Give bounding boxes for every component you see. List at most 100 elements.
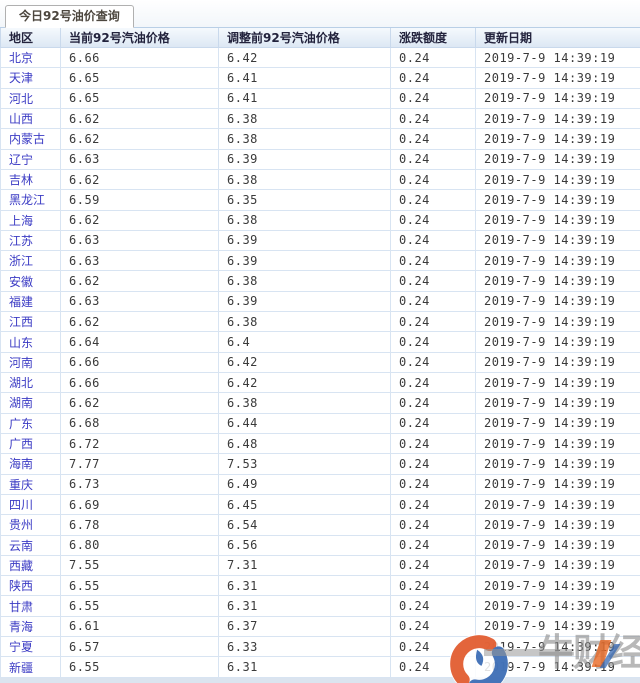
cell-updated: 2019-7-9 14:39:19	[475, 209, 640, 231]
column-header-previous: 调整前92号汽油价格	[218, 28, 391, 48]
cell-region: 湖北	[0, 371, 61, 394]
region-link[interactable]: 浙江	[9, 254, 33, 268]
cell-change: 0.24	[390, 148, 476, 170]
cell-current: 6.62	[60, 128, 219, 150]
cell-region: 山东	[0, 331, 61, 353]
bottom-filler	[0, 677, 640, 683]
cell-region: 新疆	[0, 656, 61, 678]
cell-current: 6.68	[60, 412, 219, 434]
table-row: 江西 6.62 6.38 0.24 2019-7-9 14:39:19	[0, 311, 640, 333]
cell-current: 6.73	[60, 473, 219, 495]
cell-previous: 6.38	[218, 107, 391, 130]
region-link[interactable]: 吉林	[9, 173, 33, 187]
cell-updated: 2019-7-9 14:39:19	[475, 189, 640, 211]
region-link[interactable]: 陕西	[9, 579, 33, 593]
cell-change: 0.24	[390, 412, 476, 434]
region-link[interactable]: 福建	[9, 295, 33, 309]
table-row: 山西 6.62 6.38 0.24 2019-7-9 14:39:19	[0, 107, 640, 130]
cell-change: 0.24	[390, 514, 476, 536]
region-link[interactable]: 上海	[9, 214, 33, 228]
table-row: 安徽 6.62 6.38 0.24 2019-7-9 14:39:19	[0, 270, 640, 292]
cell-updated: 2019-7-9 14:39:19	[475, 290, 640, 313]
cell-change: 0.24	[390, 554, 476, 577]
region-link[interactable]: 辽宁	[9, 153, 33, 167]
region-link[interactable]: 黑龙江	[9, 193, 45, 207]
column-header-change: 涨跌额度	[390, 28, 476, 48]
cell-change: 0.24	[390, 615, 476, 638]
cell-updated: 2019-7-9 14:39:19	[475, 250, 640, 272]
cell-current: 6.63	[60, 290, 219, 313]
region-link[interactable]: 青海	[9, 620, 33, 634]
cell-previous: 7.31	[218, 554, 391, 577]
cell-updated: 2019-7-9 14:39:19	[475, 229, 640, 252]
region-link[interactable]: 云南	[9, 539, 33, 553]
region-link[interactable]: 江西	[9, 315, 33, 329]
cell-previous: 7.53	[218, 453, 391, 475]
region-link[interactable]: 北京	[9, 51, 33, 65]
region-link[interactable]: 新疆	[9, 661, 33, 675]
cell-previous: 6.35	[218, 189, 391, 211]
cell-previous: 6.54	[218, 514, 391, 536]
region-link[interactable]: 广西	[9, 437, 33, 451]
region-link[interactable]: 河南	[9, 356, 33, 370]
cell-updated: 2019-7-9 14:39:19	[475, 575, 640, 597]
region-link[interactable]: 湖北	[9, 376, 33, 390]
cell-updated: 2019-7-9 14:39:19	[475, 128, 640, 150]
region-link[interactable]: 甘肃	[9, 600, 33, 614]
cell-change: 0.24	[390, 270, 476, 292]
cell-region: 山西	[0, 107, 61, 130]
cell-region: 西藏	[0, 554, 61, 577]
cell-change: 0.24	[390, 432, 476, 455]
cell-previous: 6.39	[218, 290, 391, 313]
region-link[interactable]: 广东	[9, 417, 33, 431]
cell-previous: 6.49	[218, 473, 391, 495]
cell-updated: 2019-7-9 14:39:19	[475, 392, 640, 414]
cell-updated: 2019-7-9 14:39:19	[475, 351, 640, 374]
cell-current: 7.55	[60, 554, 219, 577]
region-link[interactable]: 山东	[9, 336, 33, 350]
cell-updated: 2019-7-9 14:39:19	[475, 67, 640, 89]
cell-current: 6.66	[60, 46, 219, 69]
cell-updated: 2019-7-9 14:39:19	[475, 46, 640, 69]
cell-change: 0.24	[390, 371, 476, 394]
region-link[interactable]: 天津	[9, 71, 33, 85]
region-link[interactable]: 河北	[9, 92, 33, 106]
region-link[interactable]: 宁夏	[9, 640, 33, 654]
region-link[interactable]: 湖南	[9, 396, 33, 410]
tab-today-92-oil-price[interactable]: 今日92号油价查询	[5, 5, 134, 28]
region-link[interactable]: 江苏	[9, 234, 33, 248]
table-body: 北京 6.66 6.42 0.24 2019-7-9 14:39:19 天津 6.65 6.4…	[0, 46, 640, 678]
cell-current: 6.66	[60, 351, 219, 374]
region-link[interactable]: 海南	[9, 457, 33, 471]
table-row: 重庆 6.73 6.49 0.24 2019-7-9 14:39:19	[0, 473, 640, 495]
cell-region: 吉林	[0, 168, 61, 191]
table-row: 广东 6.68 6.44 0.24 2019-7-9 14:39:19	[0, 412, 640, 434]
region-link[interactable]: 山西	[9, 112, 33, 126]
region-link[interactable]: 四川	[9, 498, 33, 512]
cell-updated: 2019-7-9 14:39:19	[475, 453, 640, 475]
region-link[interactable]: 安徽	[9, 275, 33, 289]
cell-updated: 2019-7-9 14:39:19	[475, 473, 640, 495]
cell-updated: 2019-7-9 14:39:19	[475, 432, 640, 455]
region-link[interactable]: 贵州	[9, 518, 33, 532]
cell-region: 辽宁	[0, 148, 61, 170]
cell-change: 0.24	[390, 351, 476, 374]
cell-previous: 6.39	[218, 229, 391, 252]
cell-region: 甘肃	[0, 595, 61, 617]
cell-current: 6.63	[60, 148, 219, 170]
cell-current: 6.59	[60, 189, 219, 211]
cell-change: 0.24	[390, 595, 476, 617]
cell-updated: 2019-7-9 14:39:19	[475, 534, 640, 556]
region-link[interactable]: 内蒙古	[9, 132, 45, 146]
cell-current: 6.55	[60, 656, 219, 678]
region-link[interactable]: 重庆	[9, 478, 33, 492]
cell-region: 北京	[0, 46, 61, 69]
table-row: 辽宁 6.63 6.39 0.24 2019-7-9 14:39:19	[0, 148, 640, 170]
cell-region: 广西	[0, 432, 61, 455]
table-row: 吉林 6.62 6.38 0.24 2019-7-9 14:39:19	[0, 168, 640, 191]
region-link[interactable]: 西藏	[9, 559, 33, 573]
cell-change: 0.24	[390, 189, 476, 211]
table-row: 内蒙古 6.62 6.38 0.24 2019-7-9 14:39:19	[0, 128, 640, 150]
table-header-row: 地区 当前92号汽油价格 调整前92号汽油价格 涨跌额度 更新日期	[0, 28, 640, 48]
table-row: 四川 6.69 6.45 0.24 2019-7-9 14:39:19	[0, 493, 640, 516]
